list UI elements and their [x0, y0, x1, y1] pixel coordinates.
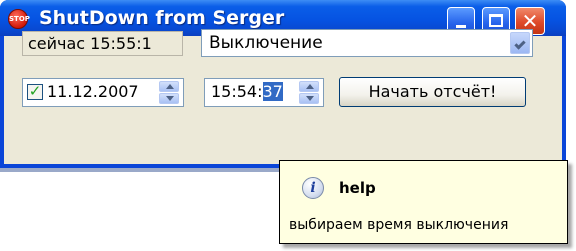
- checkmark-icon: ✓: [28, 82, 42, 100]
- window-title: ShutDown from Serger: [39, 7, 285, 29]
- chevron-down-icon: [514, 38, 526, 50]
- date-enable-checkbox[interactable]: ✓: [27, 84, 43, 100]
- maximize-icon: [489, 14, 503, 27]
- spin-down-icon[interactable]: [159, 93, 179, 104]
- minimize-icon: [456, 25, 466, 28]
- date-spinner[interactable]: [159, 81, 179, 104]
- time-hours-minutes[interactable]: 15:54:: [211, 82, 263, 101]
- date-value[interactable]: 11.12.2007: [47, 82, 139, 101]
- date-picker[interactable]: ✓ 11.12.2007: [22, 78, 184, 107]
- current-time-label: сейчас 15:55:1: [22, 31, 183, 56]
- action-select-value: Выключение: [209, 33, 323, 53]
- stop-icon[interactable]: STOP: [8, 9, 30, 29]
- time-value[interactable]: 15:54:37: [211, 82, 283, 101]
- tooltip-title: help: [339, 179, 376, 197]
- spin-up-icon[interactable]: [299, 81, 319, 92]
- spin-down-icon[interactable]: [299, 93, 319, 104]
- spin-up-icon[interactable]: [159, 81, 179, 92]
- time-seconds-selected[interactable]: 37: [262, 82, 283, 101]
- app-window: STOP ShutDown from Serger ✕ сейчас 15:55…: [0, 0, 566, 168]
- time-spinner[interactable]: [299, 81, 319, 104]
- help-tooltip: i help выбираем время выключения: [279, 160, 568, 244]
- tooltip-text: выбираем время выключения: [289, 217, 509, 233]
- info-icon: i: [302, 177, 324, 199]
- action-select[interactable]: Выключение: [201, 29, 533, 57]
- time-picker[interactable]: 15:54:37: [204, 78, 324, 107]
- start-countdown-button[interactable]: Начать отсчёт!: [339, 77, 526, 107]
- dropdown-button[interactable]: [510, 32, 530, 54]
